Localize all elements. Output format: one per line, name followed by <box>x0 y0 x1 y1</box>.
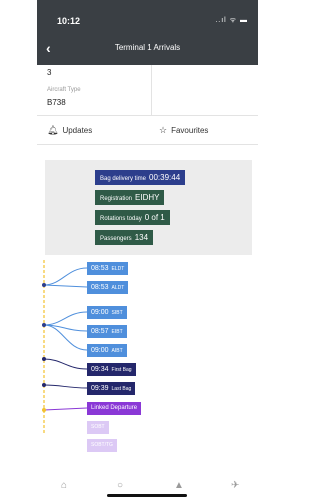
event-time: 09:00 <box>91 309 109 316</box>
timeline: 08:53 ELDT 08:53 ALDT 09:00 SIBT 08:57 EIBT … <box>37 255 258 465</box>
event-code: AIBT <box>111 348 123 354</box>
bag-delivery-value: 00:39:44 <box>149 173 181 182</box>
pending-event: SOBT <box>87 421 109 434</box>
favourites-button[interactable]: ☆ Favourites <box>159 125 208 136</box>
actions-row: 🔔︎ Updates ☆ Favourites <box>37 116 258 144</box>
event-aibt[interactable]: 09:00 AIBT <box>87 344 127 357</box>
chat-icon[interactable]: ○ <box>117 480 123 491</box>
registration-tag: Registration EIDHY <box>95 190 165 205</box>
registration-label: Registration <box>100 196 133 202</box>
connector-aibt <box>43 324 88 351</box>
connector-linked <box>43 407 88 411</box>
stand-number: 3 <box>47 68 52 77</box>
event-time: 09:00 <box>91 347 109 354</box>
aircraft-type-value: B738 <box>47 98 66 107</box>
event-code: ELDT <box>111 266 125 272</box>
rotations-label: Rotations today <box>100 216 142 222</box>
star-icon: ☆ <box>159 125 168 135</box>
event-time: 08:53 <box>91 265 109 272</box>
connector-aldt <box>43 284 88 288</box>
timeline-dot <box>42 408 46 412</box>
flight-info: 3 Aircraft Type B738 <box>37 65 258 115</box>
connector-eldt <box>43 267 88 286</box>
event-eldt[interactable]: 08:53 ELDT <box>87 262 129 275</box>
aircraft-type-label: Aircraft Type <box>47 87 81 93</box>
event-last-bag[interactable]: 09:39 Last Bag <box>87 382 136 395</box>
connector-first-bag <box>43 358 88 370</box>
timeline-connectors <box>42 260 88 435</box>
status-time: 10:12 <box>57 16 81 26</box>
connector-sibt <box>43 311 88 326</box>
page-title: Terminal 1 Arrivals <box>114 43 181 52</box>
event-code: SIBT <box>111 310 123 316</box>
pending-event: SOBT/TG <box>87 439 117 452</box>
phone-screen: 10:12 ..ıl ᯤ ▬ ‹ Terminal 1 Arrivals 3 A… <box>37 0 258 499</box>
event-code: Last Bag <box>111 386 132 392</box>
event-time: 08:53 <box>91 284 109 291</box>
divider <box>37 144 258 145</box>
event-first-bag[interactable]: 09:34 First Bag <box>87 363 136 376</box>
summary-panel: Bag delivery time 00:39:44 Registration EI… <box>45 160 252 255</box>
event-time: 09:39 <box>91 385 109 392</box>
connector-last-bag <box>43 384 88 389</box>
updates-button[interactable]: 🔔︎ Updates <box>47 125 92 136</box>
linked-departure-button[interactable]: Linked Departure <box>87 402 142 415</box>
event-sibt[interactable]: 09:00 SIBT <box>87 306 127 319</box>
home-icon[interactable]: ⌂ <box>61 480 67 491</box>
event-time: 08:57 <box>91 328 109 335</box>
registration-value: EIDHY <box>135 193 160 202</box>
event-code: ALDT <box>111 285 125 291</box>
status-icons: ..ıl ᯤ ▬ <box>215 17 248 24</box>
bag-delivery-label: Bag delivery time <box>100 176 147 182</box>
rotations-tag: Rotations today 0 of 1 <box>95 210 170 225</box>
event-aldt[interactable]: 08:53 ALDT <box>87 281 129 294</box>
bag-delivery-tag: Bag delivery time 00:39:44 <box>95 170 186 185</box>
timeline-dot <box>42 323 46 327</box>
timeline-dot <box>42 357 46 361</box>
timeline-dot <box>42 383 46 387</box>
passengers-tag: Passengers 134 <box>95 230 154 245</box>
event-eibt[interactable]: 08:57 EIBT <box>87 325 127 338</box>
passengers-value: 134 <box>134 233 149 242</box>
favourites-label: Favourites <box>171 126 209 135</box>
updates-label: Updates <box>62 126 93 135</box>
event-code: First Bag <box>111 367 132 373</box>
rotations-value: 0 of 1 <box>144 213 165 222</box>
event-time: 09:34 <box>91 366 109 373</box>
passengers-label: Passengers <box>100 236 132 242</box>
bell-icon[interactable]: ▲ <box>174 480 184 491</box>
info-divider <box>151 65 152 115</box>
plane-icon[interactable]: ✈︎ <box>231 480 239 491</box>
app-header: 10:12 ..ıl ᯤ ▬ ‹ Terminal 1 Arrivals <box>37 0 258 65</box>
home-indicator <box>107 494 187 497</box>
timeline-dot <box>42 283 46 287</box>
bell-icon: 🔔︎ <box>47 125 59 135</box>
event-code: EIBT <box>111 329 123 335</box>
